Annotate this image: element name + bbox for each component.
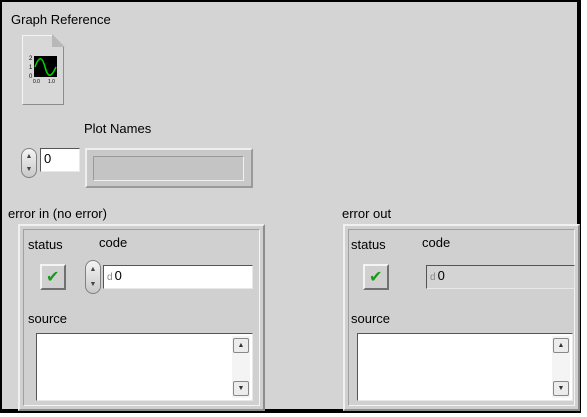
scroll-up-icon[interactable]: ▲: [553, 338, 569, 353]
increment-arrow-icon[interactable]: ▲: [22, 152, 36, 162]
plot-name-element[interactable]: [93, 156, 244, 181]
increment-arrow-icon[interactable]: ▲: [86, 265, 100, 275]
scroll-up-icon[interactable]: ▲: [233, 338, 249, 353]
error-out-cluster: status code ✔ d0 source ▲ ▼: [343, 224, 580, 411]
plot-names-array: [85, 148, 253, 188]
checkmark-icon: ✔: [46, 269, 60, 286]
graph-reference-control[interactable]: 2 1 0 0.0 1.0: [22, 34, 65, 105]
scroll-down-icon[interactable]: ▼: [233, 381, 249, 396]
representation-tag: d: [107, 272, 113, 283]
code-label: code: [422, 235, 451, 250]
array-index-spinner[interactable]: ▲ ▼: [21, 148, 37, 178]
representation-tag: d: [430, 272, 436, 283]
svg-text:1.0: 1.0: [48, 79, 55, 84]
source-textbox[interactable]: ▲ ▼: [36, 333, 253, 401]
source-indicator: ▲ ▼: [357, 333, 573, 401]
waveform-graph-icon: 2 1 0 0.0 1.0: [28, 53, 59, 84]
front-panel: Graph Reference 2 1 0 0.0 1.0 Plot Names…: [0, 0, 581, 413]
source-label: source: [28, 311, 68, 326]
status-checkbox[interactable]: ✔: [40, 264, 66, 290]
source-label: source: [351, 311, 391, 326]
page-fold: [52, 34, 65, 47]
error-out-label: error out: [342, 206, 392, 221]
status-label: status: [28, 237, 63, 252]
array-index-field[interactable]: 0: [40, 148, 80, 172]
scroll-down-icon[interactable]: ▼: [553, 381, 569, 396]
code-indicator: d0: [426, 265, 575, 289]
code-field[interactable]: d0: [103, 265, 253, 289]
svg-text:0.0: 0.0: [33, 79, 40, 84]
code-value: 0: [114, 268, 122, 283]
checkmark-icon: ✔: [369, 269, 383, 286]
decrement-arrow-icon[interactable]: ▼: [86, 280, 100, 290]
code-label: code: [99, 235, 128, 250]
graph-reference-label: Graph Reference: [11, 12, 111, 27]
source-scrollbar[interactable]: ▲ ▼: [552, 336, 570, 398]
decrement-arrow-icon[interactable]: ▼: [22, 165, 36, 175]
plot-names-label: Plot Names: [84, 121, 152, 136]
error-in-cluster: status code ✔ ▲ ▼ d0 source ▲ ▼: [18, 224, 265, 411]
code-spinner[interactable]: ▲ ▼: [85, 260, 101, 294]
status-label: status: [351, 237, 386, 252]
status-indicator: ✔: [363, 264, 389, 290]
code-value: 0: [437, 268, 445, 283]
error-in-label: error in (no error): [8, 206, 107, 221]
source-scrollbar[interactable]: ▲ ▼: [232, 336, 250, 398]
